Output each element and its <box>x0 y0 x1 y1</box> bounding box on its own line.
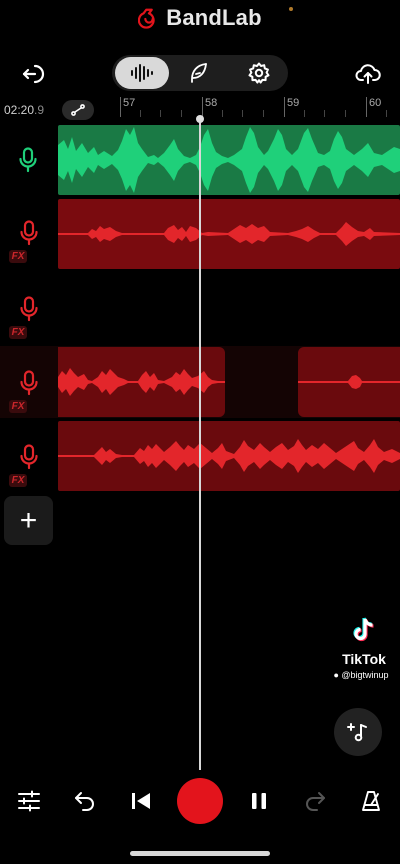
ruler-tick <box>202 97 203 117</box>
waveform-icon[interactable] <box>115 57 169 89</box>
home-indicator[interactable] <box>130 851 270 856</box>
brand-name: BandLab <box>166 5 262 30</box>
ruler-minor-tick <box>242 110 243 117</box>
tiktok-user: ● @bigtwinup <box>326 670 396 680</box>
microphone-icon <box>20 296 38 322</box>
undo-icon[interactable] <box>70 786 100 816</box>
track-4-waveform-b <box>298 375 400 389</box>
fx-badge[interactable]: FX <box>9 474 27 487</box>
ruler-label: 60 <box>369 97 382 109</box>
add-note-icon <box>347 723 367 742</box>
ruler-minor-tick <box>263 110 264 117</box>
track-2-clip[interactable] <box>58 199 400 269</box>
track-1-header[interactable] <box>0 124 56 196</box>
track-4-clip-b[interactable] <box>298 347 400 417</box>
tiktok-watermark: TikTok ● @bigtwinup <box>332 616 396 680</box>
ruler-minor-tick <box>181 110 182 117</box>
track-5-header[interactable]: FX <box>0 420 56 492</box>
ruler-minor-tick <box>222 110 223 117</box>
cloud-upload-icon[interactable] <box>352 60 384 88</box>
record-button[interactable] <box>177 778 223 824</box>
track-5-waveform <box>58 439 400 473</box>
playhead[interactable] <box>199 118 201 770</box>
ruler-label: 57 <box>123 97 136 109</box>
user-icon: ● <box>333 670 339 680</box>
ruler-minor-tick <box>345 110 346 117</box>
automation-button[interactable] <box>62 100 94 120</box>
notification-dot <box>289 7 293 11</box>
ruler-tick <box>366 97 367 117</box>
track-3-header[interactable]: FX <box>0 272 56 344</box>
time-main: 02:20 <box>4 103 35 117</box>
time-fraction: .9 <box>34 103 45 117</box>
track-2-header[interactable]: FX <box>0 198 56 270</box>
tiktok-logo-icon <box>353 617 374 642</box>
ruler-minor-tick <box>304 110 305 117</box>
mixer-icon[interactable] <box>14 786 44 816</box>
fx-badge[interactable]: FX <box>9 250 27 263</box>
microphone-icon <box>19 147 37 173</box>
fx-badge[interactable]: FX <box>9 400 27 413</box>
skip-back-icon[interactable] <box>126 786 156 816</box>
add-track-label: + <box>19 503 38 537</box>
microphone-icon <box>20 370 38 396</box>
quill-icon[interactable] <box>176 58 220 88</box>
microphone-icon <box>20 444 38 470</box>
bandlab-logo-icon <box>138 8 155 29</box>
ruler-minor-tick <box>324 110 325 117</box>
track-1-waveform <box>58 127 400 193</box>
exit-icon[interactable] <box>18 60 48 88</box>
redo-icon[interactable] <box>300 786 330 816</box>
playhead-handle[interactable] <box>196 115 204 123</box>
ruler-minor-tick <box>160 110 161 117</box>
track-4-header[interactable]: FX <box>0 346 56 418</box>
track-2-waveform <box>58 222 400 246</box>
metronome-icon[interactable] <box>356 786 386 816</box>
add-music-button[interactable] <box>334 708 382 756</box>
track-5-clip[interactable] <box>58 421 400 491</box>
track-1-clip[interactable] <box>58 125 400 195</box>
ruler-label: 59 <box>287 97 300 109</box>
ruler-label: 58 <box>205 97 218 109</box>
ruler-tick <box>284 97 285 117</box>
tiktok-name: TikTok <box>342 651 386 667</box>
ruler-minor-tick <box>140 110 141 117</box>
playback-time: 02:20.9 <box>4 103 44 117</box>
ruler-tick <box>120 97 121 117</box>
app-header: BandLab <box>0 0 400 36</box>
microphone-icon <box>20 220 38 246</box>
ruler-minor-tick <box>386 110 387 117</box>
add-track-button[interactable]: + <box>4 496 53 545</box>
gear-icon[interactable] <box>237 58 281 88</box>
pause-icon[interactable] <box>244 786 274 816</box>
fx-badge[interactable]: FX <box>9 326 27 339</box>
tiktok-username: @bigtwinup <box>341 670 389 680</box>
